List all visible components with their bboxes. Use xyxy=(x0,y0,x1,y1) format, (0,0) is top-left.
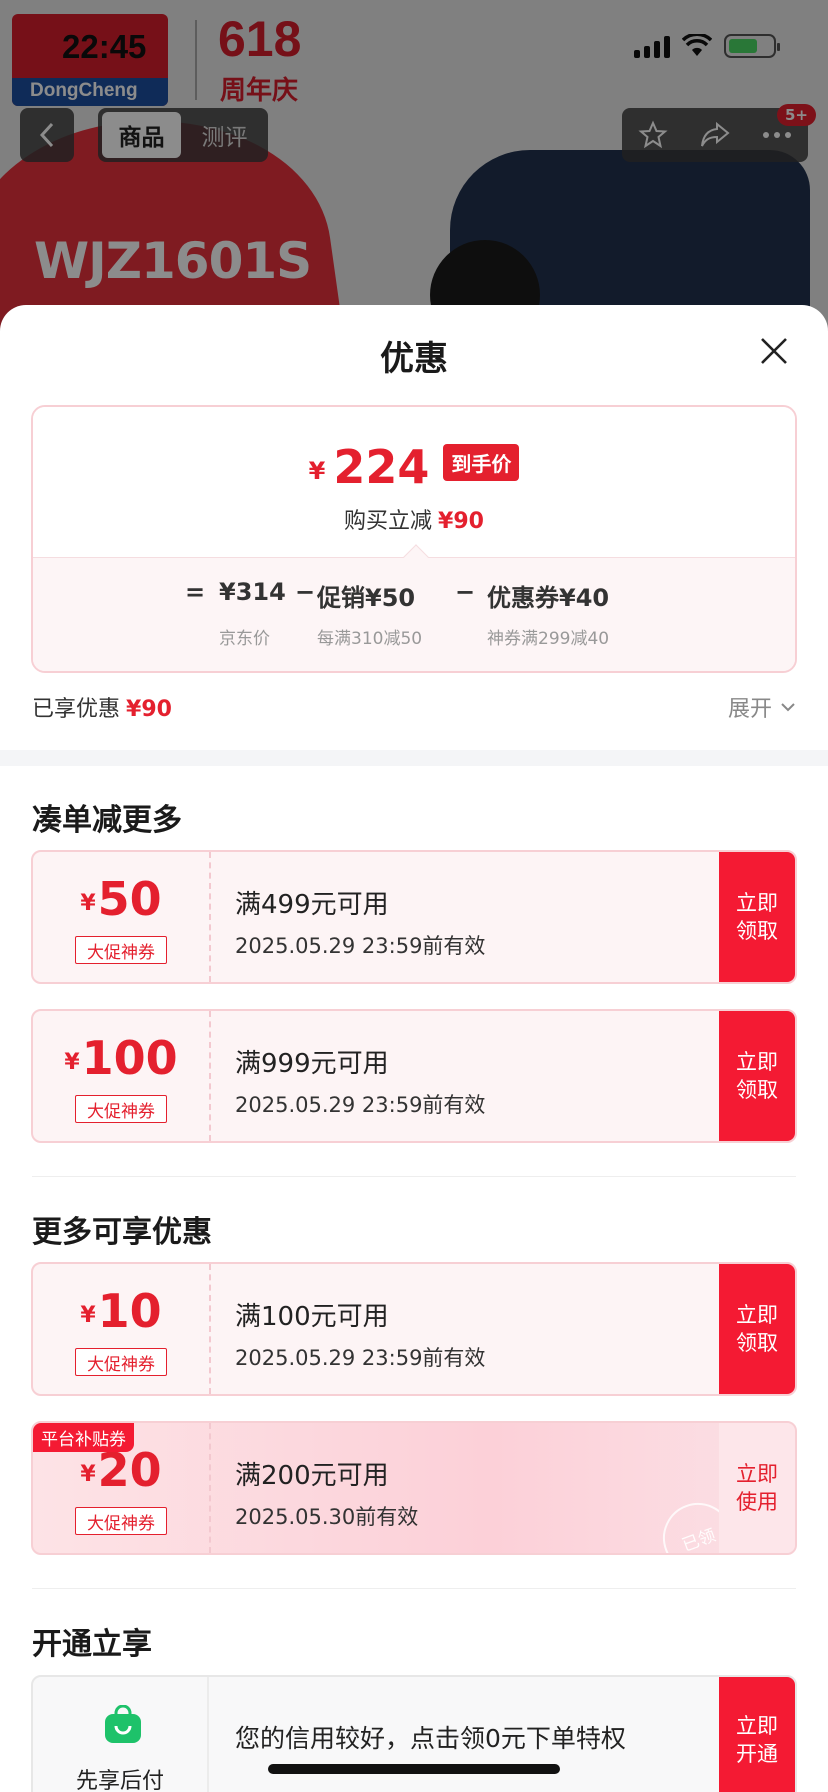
formula-minus-2: − xyxy=(455,578,476,606)
coupon-separator xyxy=(209,1011,211,1141)
price-summary-card: ¥ 224 到手价 购买立减 ¥90 = ¥314 京东价 − 促销¥50 每满3… xyxy=(31,405,797,673)
coupon-left: ¥50 大促神券 xyxy=(33,852,209,982)
shopping-bag-icon xyxy=(105,1705,141,1743)
summary-top: ¥ 224 到手价 购买立减 ¥90 xyxy=(33,407,795,557)
formula-row: = ¥314 京东价 − 促销¥50 每满310减50 − 优惠券¥40 神券满… xyxy=(33,578,795,649)
pay-later-left: 先享后付 xyxy=(33,1677,209,1792)
save-label: 购买立减 xyxy=(344,509,433,534)
close-icon[interactable] xyxy=(758,335,790,367)
coupon-type-tag: 大促神券 xyxy=(75,1095,167,1123)
coupon-validity: 2025.05.29 23:59前有效 xyxy=(235,1346,486,1370)
enjoyed-label: 已享优惠 xyxy=(32,697,121,722)
section-divider xyxy=(32,1588,796,1589)
coupon-currency: ¥ xyxy=(80,891,96,916)
coupon-value: 20 xyxy=(97,1443,162,1497)
claim-button-line2: 领取 xyxy=(736,919,778,943)
jd-price: ¥314 xyxy=(219,578,286,606)
final-price-currency: ¥ xyxy=(308,457,326,485)
jd-price-label: 京东价 xyxy=(219,629,270,649)
coupon-condition: 满499元可用 xyxy=(235,890,389,920)
claim-button[interactable]: 立即 领取 xyxy=(719,1011,795,1141)
coupon-condition: 满999元可用 xyxy=(235,1049,389,1079)
coupon-amount-row: ¥20 xyxy=(33,1445,209,1495)
coupon-card-claimed: ¥20 大促神券 平台补贴券 满200元可用 2025.05.30前有效 已领 … xyxy=(31,1421,797,1555)
claim-button-line1: 立即 xyxy=(736,1050,778,1074)
claim-button-line1: 立即 xyxy=(736,1303,778,1327)
activate-button-line1: 立即 xyxy=(736,1714,778,1738)
coupon-validity: 2025.05.30前有效 xyxy=(235,1505,419,1529)
expand-button[interactable]: 展开 xyxy=(728,691,796,723)
coupon-amount-row: ¥100 xyxy=(33,1033,209,1083)
formula-minus-1: − xyxy=(295,578,316,606)
section-title-combine: 凑单减更多 xyxy=(32,803,182,838)
section-title-more: 更多可享优惠 xyxy=(32,1215,212,1250)
discount-sheet: 优惠 ¥ 224 到手价 购买立减 ¥90 = ¥314 京东价 − 促销¥50 … xyxy=(0,305,828,1792)
enjoyed-amount: ¥90 xyxy=(126,697,172,722)
coupon-card: ¥50 大促神券 满499元可用 2025.05.29 23:59前有效 立即 … xyxy=(31,850,797,984)
coupon-currency: ¥ xyxy=(80,1462,96,1487)
expand-label: 展开 xyxy=(727,697,772,722)
coupon-type-tag: 大促神券 xyxy=(75,936,167,964)
pay-later-label: 先享后付 xyxy=(75,1769,164,1792)
coupon-condition: 满100元可用 xyxy=(235,1302,389,1332)
claim-button-line1: 立即 xyxy=(736,891,778,915)
promo-amount: 促销¥50 xyxy=(317,584,416,612)
coupon-left: ¥10 大促神券 xyxy=(33,1264,209,1394)
use-button-line2: 使用 xyxy=(736,1490,778,1514)
coupon-amount-row: ¥10 xyxy=(33,1286,209,1336)
formula-equals: = xyxy=(185,578,206,606)
coupon-currency: ¥ xyxy=(80,1303,96,1328)
pay-later-card: 先享后付 您的信用较好，点击领0元下单特权 立即 开通 xyxy=(31,1675,797,1792)
final-price-row: ¥ 224 到手价 xyxy=(33,443,795,491)
claim-button-line2: 领取 xyxy=(736,1078,778,1102)
save-row: 购买立减 ¥90 xyxy=(33,503,795,535)
coupon-value: 50 xyxy=(97,872,162,926)
home-indicator[interactable] xyxy=(268,1764,560,1774)
coupon-validity: 2025.05.29 23:59前有效 xyxy=(235,934,486,958)
claim-button[interactable]: 立即 领取 xyxy=(719,852,795,982)
coupon-type-tag: 大促神券 xyxy=(75,1348,167,1376)
coupon-type-tag: 大促神券 xyxy=(75,1507,167,1535)
platform-subsidy-tag: 平台补贴券 xyxy=(33,1423,134,1452)
final-price: 224 xyxy=(333,440,430,494)
claim-button[interactable]: 立即 领取 xyxy=(719,1264,795,1394)
coupon-separator xyxy=(209,1264,211,1394)
section-gap xyxy=(0,750,828,766)
use-now-button[interactable]: 立即 使用 xyxy=(719,1423,795,1553)
coupon-card: ¥10 大促神券 满100元可用 2025.05.29 23:59前有效 立即 … xyxy=(31,1262,797,1396)
coupon-rule: 神券满299减40 xyxy=(487,629,610,649)
coupon-amount: 优惠券¥40 xyxy=(487,584,610,612)
coupon-separator xyxy=(209,1423,211,1553)
use-button-line1: 立即 xyxy=(736,1462,778,1486)
section-title-open: 开通立享 xyxy=(32,1627,152,1662)
coupon-value: 100 xyxy=(81,1031,178,1085)
coupon-condition: 满200元可用 xyxy=(235,1461,389,1491)
coupon-amount-row: ¥50 xyxy=(33,874,209,924)
claim-button-line2: 领取 xyxy=(736,1331,778,1355)
coupon-left: ¥100 大促神券 xyxy=(33,1011,209,1141)
coupon-validity: 2025.05.29 23:59前有效 xyxy=(235,1093,486,1117)
final-price-tag: 到手价 xyxy=(443,444,520,481)
coupon-value: 10 xyxy=(97,1284,162,1338)
coupon-card: ¥100 大促神券 满999元可用 2025.05.29 23:59前有效 立即… xyxy=(31,1009,797,1143)
activate-button[interactable]: 立即 开通 xyxy=(719,1677,795,1792)
chevron-down-icon xyxy=(781,703,795,712)
pay-later-text: 您的信用较好，点击领0元下单特权 xyxy=(235,1724,626,1753)
price-formula: = ¥314 京东价 − 促销¥50 每满310减50 − 优惠券¥40 神券满… xyxy=(33,557,795,671)
section-divider xyxy=(32,1176,796,1177)
coupon-currency: ¥ xyxy=(64,1050,80,1075)
promo-rule: 每满310减50 xyxy=(317,629,423,649)
sheet-title: 优惠 xyxy=(380,339,448,379)
save-amount: ¥90 xyxy=(438,509,484,534)
activate-button-line2: 开通 xyxy=(736,1742,778,1766)
dim-overlay[interactable] xyxy=(0,0,828,330)
coupon-separator xyxy=(209,852,211,982)
enjoyed-discount: 已享优惠 ¥90 xyxy=(32,691,172,723)
